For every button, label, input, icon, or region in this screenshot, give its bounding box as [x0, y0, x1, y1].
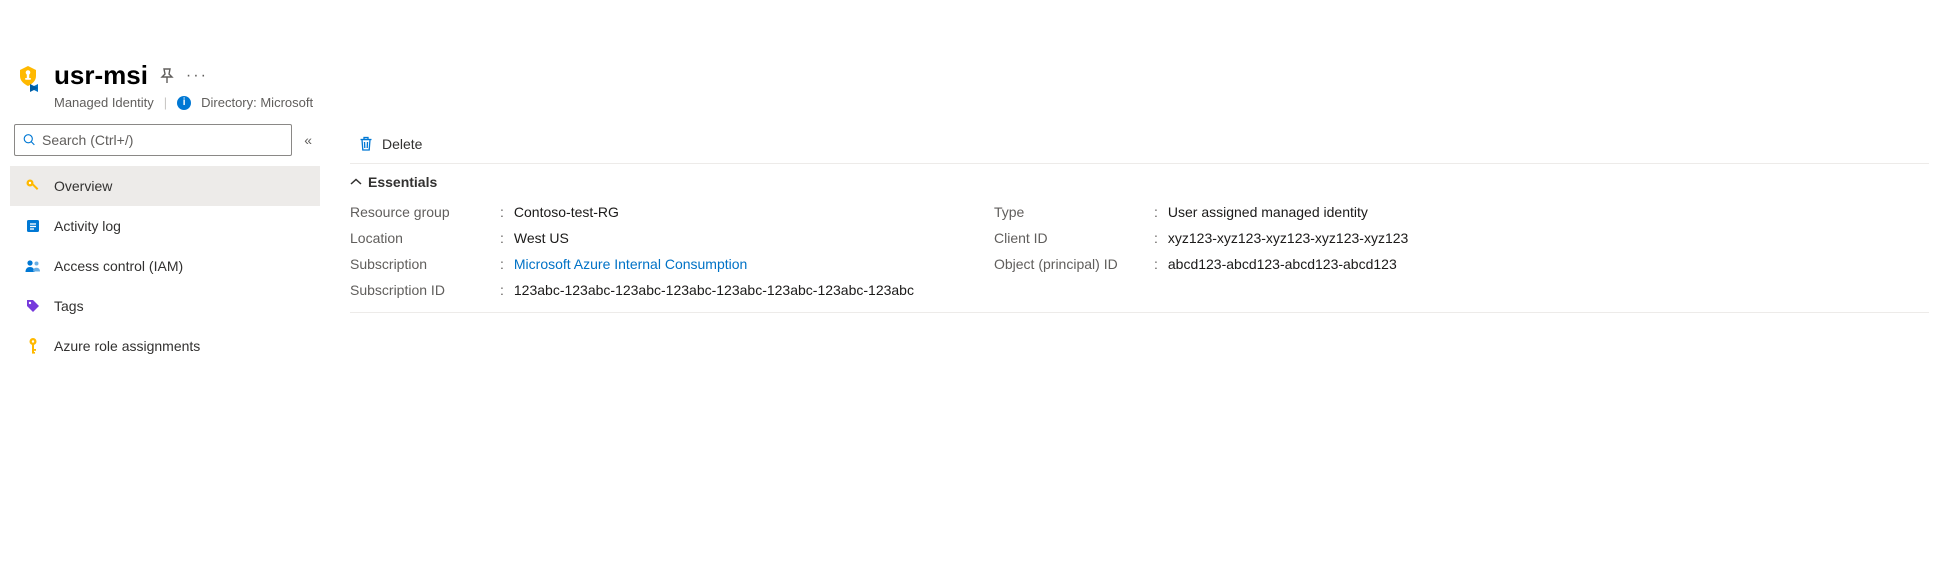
delete-button[interactable]: Delete — [350, 132, 430, 156]
delete-label: Delete — [382, 136, 422, 152]
main-content: Delete Essentials Resource group : Conto… — [320, 124, 1929, 313]
subscription-link[interactable]: Microsoft Azure Internal Consumption — [514, 256, 747, 272]
key-icon — [24, 337, 42, 355]
resource-header: usr-msi ··· Managed Identity | i Directo… — [10, 60, 1929, 110]
sidebar: « Overview — [10, 124, 320, 366]
essentials-toggle[interactable]: Essentials — [350, 174, 1929, 190]
sidebar-item-label: Access control (IAM) — [54, 258, 183, 274]
ess-label: Type — [994, 204, 1154, 220]
sidebar-item-label: Azure role assignments — [54, 338, 200, 354]
chevron-up-icon — [350, 178, 362, 186]
separator: | — [164, 95, 167, 110]
sidebar-item-overview[interactable]: Overview — [10, 166, 320, 206]
search-icon — [23, 133, 36, 147]
search-input[interactable] — [42, 132, 283, 148]
sidebar-item-tags[interactable]: Tags — [10, 286, 320, 326]
subscription-id-value[interactable]: 123abc-123abc-123abc-123abc-123abc-123ab… — [514, 282, 914, 298]
sidebar-item-label: Overview — [54, 178, 112, 194]
ess-label: Subscription — [350, 256, 500, 272]
pin-icon[interactable] — [160, 68, 174, 84]
command-bar: Delete — [350, 124, 1929, 164]
managed-identity-icon — [14, 64, 42, 94]
ess-label: Client ID — [994, 230, 1154, 246]
more-icon[interactable]: ··· — [186, 67, 208, 85]
sidebar-item-activity-log[interactable]: Activity log — [10, 206, 320, 246]
key-icon — [24, 178, 42, 194]
object-id-value[interactable]: abcd123-abcd123-abcd123-abcd123 — [1168, 256, 1397, 272]
ess-label: Location — [350, 230, 500, 246]
page-title: usr-msi — [54, 60, 148, 91]
sidebar-item-role-assignments[interactable]: Azure role assignments — [10, 326, 320, 366]
collapse-sidebar-button[interactable]: « — [300, 128, 316, 152]
search-box[interactable] — [14, 124, 292, 156]
location-value: West US — [514, 230, 569, 246]
ess-label: Subscription ID — [350, 282, 500, 298]
directory-label: Directory: Microsoft — [201, 95, 313, 110]
trash-icon — [358, 136, 374, 152]
essentials-grid: Resource group : Contoso-test-RG Locatio… — [350, 204, 1929, 298]
divider — [350, 312, 1929, 313]
type-value: User assigned managed identity — [1168, 204, 1368, 220]
essentials-header-label: Essentials — [368, 174, 437, 190]
sidebar-item-label: Activity log — [54, 218, 121, 234]
people-icon — [24, 258, 42, 274]
tag-icon — [24, 298, 42, 314]
sidebar-item-access-control[interactable]: Access control (IAM) — [10, 246, 320, 286]
ess-label: Object (principal) ID — [994, 256, 1154, 272]
activity-log-icon — [24, 218, 42, 234]
sidebar-item-label: Tags — [54, 298, 84, 314]
resource-group-value[interactable]: Contoso-test-RG — [514, 204, 619, 220]
resource-type-label: Managed Identity — [54, 95, 154, 110]
ess-label: Resource group — [350, 204, 500, 220]
client-id-value[interactable]: xyz123-xyz123-xyz123-xyz123-xyz123 — [1168, 230, 1408, 246]
info-icon[interactable]: i — [177, 96, 191, 110]
